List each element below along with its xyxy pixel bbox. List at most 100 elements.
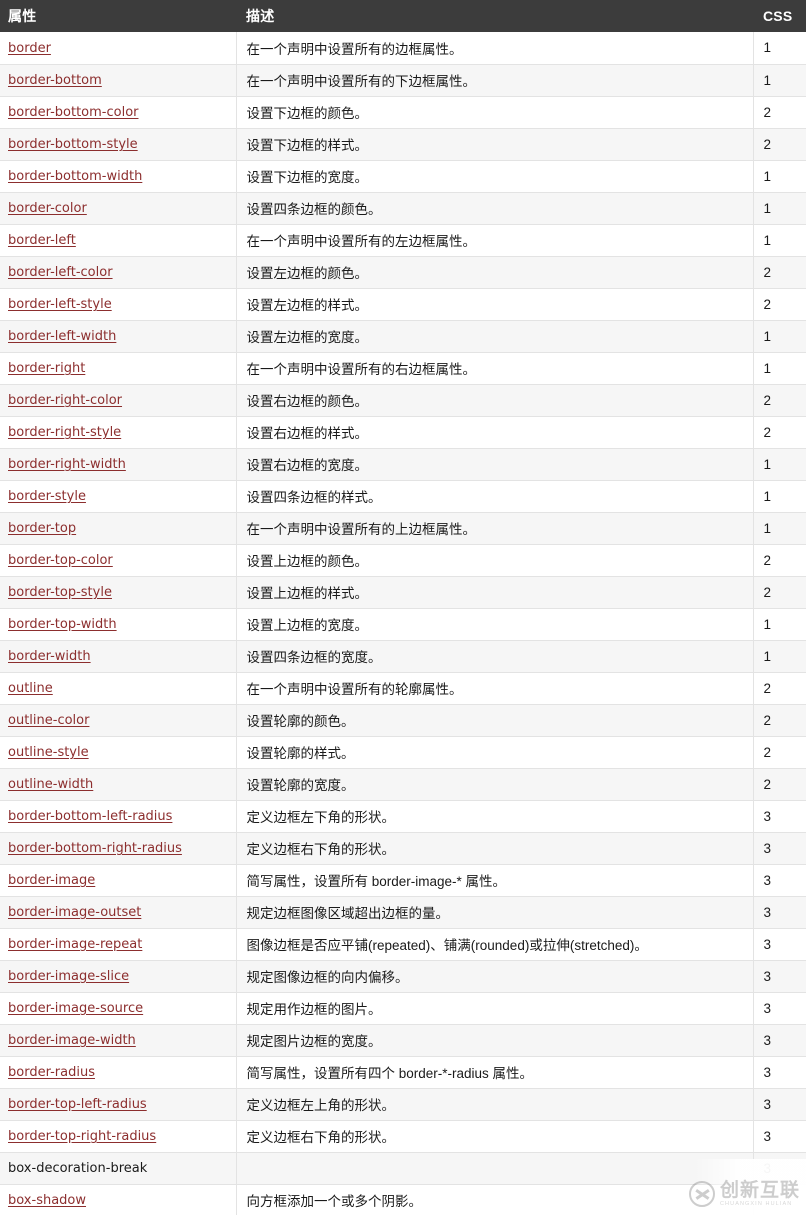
description-cell [236,1152,754,1185]
property-cell: box-shadow [0,1184,237,1215]
property-link[interactable]: border [8,41,51,56]
css-version-cell: 3 [753,896,806,929]
css-version-cell: 1 [753,352,806,385]
css-version-cell: 3 [753,832,806,865]
column-header-css: CSS [753,0,806,32]
property-link[interactable]: border-image-slice [8,969,129,984]
property-link[interactable]: border-image-source [8,1001,143,1016]
property-link[interactable]: border-right-width [8,457,126,472]
property-link[interactable]: border-bottom-style [8,137,138,152]
property-link[interactable]: border-top-right-radius [8,1129,156,1144]
property-link[interactable]: border-bottom-left-radius [8,809,172,824]
property-cell: border-left-width [0,320,237,353]
property-link[interactable]: border-bottom-right-radius [8,841,182,856]
css-version-cell: 3 [753,1088,806,1121]
property-cell: border-bottom-right-radius [0,832,237,865]
property-cell: border-left [0,224,237,257]
property-link[interactable]: border-width [8,649,91,664]
property-link[interactable]: border-image-outset [8,905,141,920]
property-link[interactable]: outline-width [8,777,93,792]
description-cell: 设置下边框的宽度。 [236,160,754,193]
description-cell: 规定图片边框的宽度。 [236,1024,754,1057]
table-row: border-bottom-right-radius 定义边框右下角的形状。 3 [0,832,806,865]
css-version-cell: 2 [753,736,806,769]
property-link[interactable]: border-left [8,233,76,248]
property-cell: border-left-style [0,288,237,321]
property-cell: border [0,32,237,65]
description-cell: 设置四条边框的样式。 [236,480,754,513]
table-row: outline 在一个声明中设置所有的轮廓属性。 2 [0,672,806,705]
description-cell: 规定用作边框的图片。 [236,992,754,1025]
property-link[interactable]: border-top-width [8,617,117,632]
table-row: border-top 在一个声明中设置所有的上边框属性。 1 [0,512,806,545]
css-version-cell: 2 [753,768,806,801]
property-cell: border-bottom-width [0,160,237,193]
property-link[interactable]: border-image [8,873,95,888]
table-row: outline-style 设置轮廓的样式。 2 [0,736,806,769]
property-cell: border-top-style [0,576,237,609]
property-link[interactable]: box-shadow [8,1193,86,1208]
description-cell: 设置上边框的样式。 [236,576,754,609]
description-cell: 设置轮廓的颜色。 [236,704,754,737]
table-row: box-decoration-break 3 [0,1152,806,1185]
property-link[interactable]: border-left-color [8,265,113,280]
table-row: border-bottom-style 设置下边框的样式。 2 [0,128,806,161]
property-link[interactable]: border-right [8,361,85,376]
property-link[interactable]: border-top [8,521,76,536]
table-row: border-style 设置四条边框的样式。 1 [0,480,806,513]
property-link[interactable]: outline-style [8,745,89,760]
property-cell: border-top [0,512,237,545]
property-cell: outline-color [0,704,237,737]
property-cell: border-radius [0,1056,237,1089]
table-row: outline-color 设置轮廓的颜色。 2 [0,704,806,737]
property-link[interactable]: border-bottom [8,73,102,88]
table-row: border-left-width 设置左边框的宽度。 1 [0,320,806,353]
property-link[interactable]: border-style [8,489,86,504]
description-cell: 在一个声明中设置所有的左边框属性。 [236,224,754,257]
table-row: outline-width 设置轮廓的宽度。 2 [0,768,806,801]
property-link[interactable]: border-top-style [8,585,112,600]
property-link[interactable]: border-bottom-width [8,169,142,184]
css-version-cell: 2 [753,128,806,161]
description-cell: 设置四条边框的颜色。 [236,192,754,225]
description-cell: 在一个声明中设置所有的下边框属性。 [236,64,754,97]
table-row: border-image 简写属性，设置所有 border-image-* 属性。… [0,864,806,897]
css-version-cell: 1 [753,160,806,193]
css-version-cell: 1 [753,192,806,225]
css-version-cell: 1 [753,512,806,545]
property-cell: outline [0,672,237,705]
table-row: border-right-style 设置右边框的样式。 2 [0,416,806,449]
property-link[interactable]: outline [8,681,53,696]
property-link[interactable]: border-top-left-radius [8,1097,147,1112]
css-version-cell: 3 [753,1152,806,1185]
table-row: border-left 在一个声明中设置所有的左边框属性。 1 [0,224,806,257]
column-header-description: 描述 [236,0,753,32]
property-link[interactable]: border-left-width [8,329,116,344]
description-cell: 设置四条边框的宽度。 [236,640,754,673]
css-version-cell: 1 [753,32,806,65]
css-version-cell: 2 [753,704,806,737]
property-link[interactable]: border-top-color [8,553,113,568]
description-cell: 设置左边框的样式。 [236,288,754,321]
table-row: border-image-width 规定图片边框的宽度。 3 [0,1024,806,1057]
description-cell: 规定边框图像区域超出边框的量。 [236,896,754,929]
css-version-cell: 2 [753,576,806,609]
css-version-cell: 3 [753,928,806,961]
table-row: border-left-color 设置左边框的颜色。 2 [0,256,806,289]
css-version-cell: 1 [753,608,806,641]
property-link[interactable]: border-image-repeat [8,937,142,952]
property-link[interactable]: border-bottom-color [8,105,139,120]
property-cell: border-top-color [0,544,237,577]
property-link[interactable]: border-color [8,201,87,216]
description-cell: 设置左边框的颜色。 [236,256,754,289]
css-version-cell: 3 [753,1120,806,1153]
property-link[interactable]: border-image-width [8,1033,136,1048]
description-cell: 简写属性，设置所有四个 border-*-radius 属性。 [236,1056,754,1089]
css-version-cell: 2 [753,256,806,289]
property-link[interactable]: border-left-style [8,297,112,312]
property-link[interactable]: border-radius [8,1065,95,1080]
property-link[interactable]: outline-color [8,713,89,728]
property-link[interactable]: border-right-color [8,393,122,408]
property-link[interactable]: border-right-style [8,425,121,440]
description-cell: 设置右边框的宽度。 [236,448,754,481]
